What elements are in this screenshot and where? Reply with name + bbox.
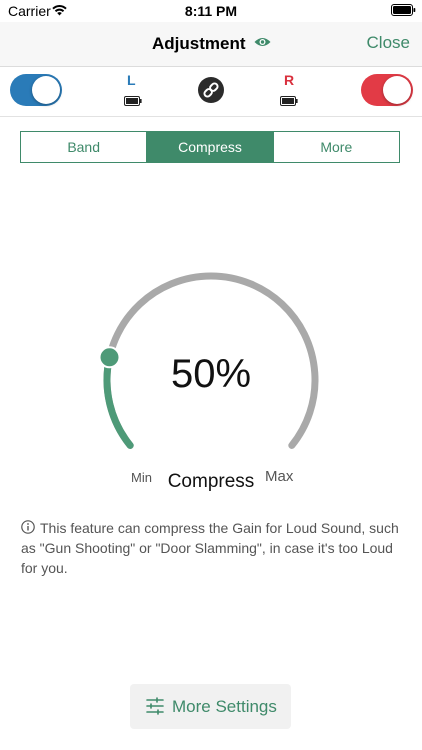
eye-icon[interactable]	[254, 36, 271, 48]
tab-band[interactable]: Band	[21, 132, 146, 162]
left-battery-icon	[124, 96, 142, 106]
close-button[interactable]: Close	[367, 33, 410, 53]
left-device-toggle[interactable]	[10, 74, 62, 106]
tab-compress[interactable]: Compress	[146, 132, 273, 162]
left-ear-label: L	[127, 72, 136, 88]
nav-bar: Adjustment Close	[0, 22, 422, 67]
right-battery-icon	[280, 96, 298, 106]
page-title: Adjustment	[152, 34, 246, 53]
right-ear-label: R	[284, 72, 295, 88]
link-icon[interactable]	[198, 77, 224, 103]
status-bar: Carrier 8:11 PM	[0, 0, 422, 22]
toggle-knob	[32, 76, 60, 104]
dial-max-label: Max	[265, 468, 294, 485]
more-settings-label: More Settings	[172, 697, 277, 716]
toggle-knob	[383, 76, 411, 104]
right-device-toggle[interactable]	[361, 74, 413, 106]
dial-value: 50%	[170, 352, 252, 396]
status-time: 8:11 PM	[184, 3, 238, 19]
dial-label: Compress	[167, 471, 255, 492]
more-settings-button[interactable]: More Settings	[130, 684, 291, 729]
battery-icon	[391, 4, 416, 16]
tab-more[interactable]: More	[272, 132, 399, 162]
sliders-icon	[146, 697, 164, 715]
tab-bar: Band Compress More	[20, 131, 400, 163]
info-text: This feature can compress the Gain for L…	[21, 520, 399, 576]
device-row: L R	[0, 66, 422, 117]
